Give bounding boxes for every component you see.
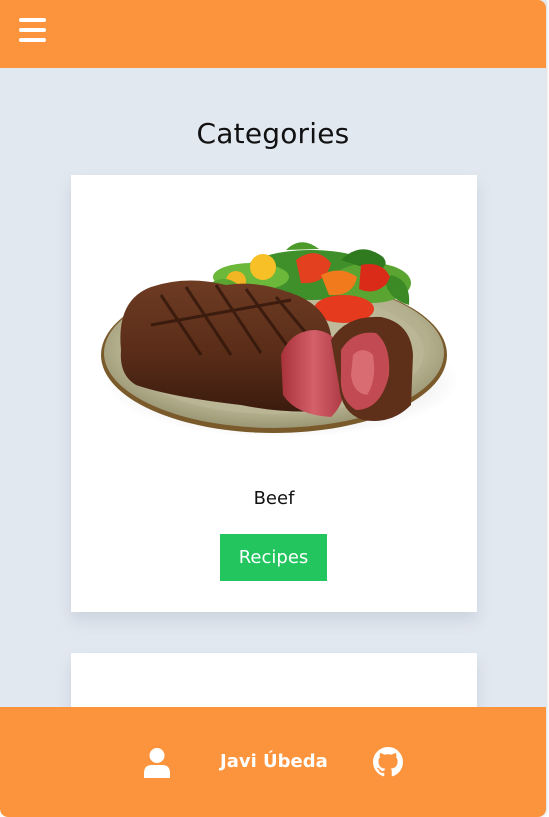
recipes-button[interactable]: Recipes xyxy=(220,534,327,581)
github-icon[interactable] xyxy=(373,747,403,777)
user-icon xyxy=(144,748,170,778)
footer: Javi Úbeda xyxy=(0,707,546,817)
page-title: Categories xyxy=(196,116,350,150)
category-card: Beef Recipes xyxy=(71,175,477,612)
app-frame: Categories Beef Recipes Javi Úbeda xyxy=(0,0,546,817)
top-navbar xyxy=(0,0,546,68)
category-name: Beef xyxy=(253,488,295,509)
hamburger-menu-icon[interactable] xyxy=(18,16,48,44)
author-name-link[interactable]: Javi Úbeda xyxy=(220,751,328,772)
steak-plate-image xyxy=(101,242,457,438)
